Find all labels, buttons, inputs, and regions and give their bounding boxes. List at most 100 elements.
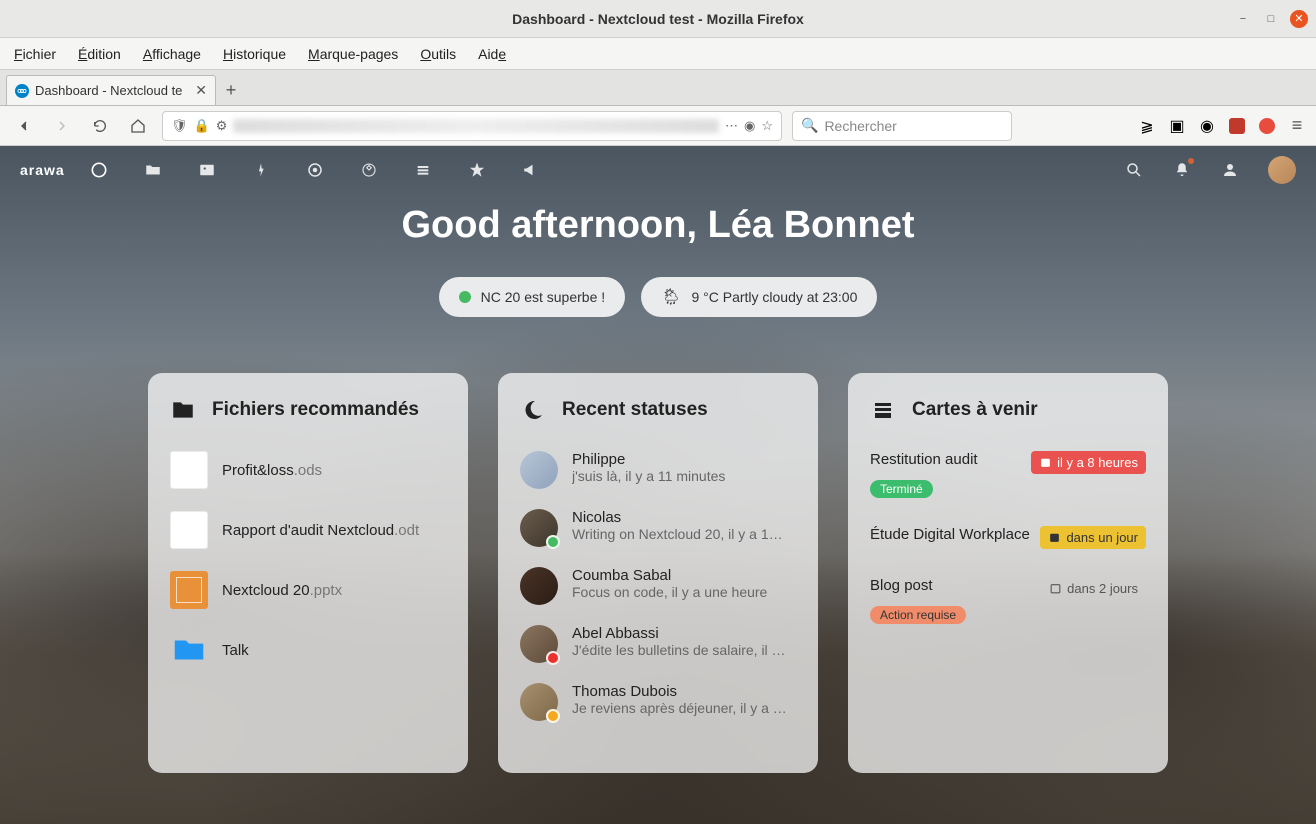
status-row[interactable]: Philippe j'suis là, il y a 11 minutes bbox=[520, 451, 796, 489]
greeting: Good afternoon, Léa Bonnet NC 20 est sup… bbox=[0, 204, 1316, 317]
url-text bbox=[233, 119, 719, 133]
menu-aide[interactable]: Aide bbox=[478, 46, 506, 62]
status-name: Nicolas bbox=[572, 509, 796, 526]
window-close-button[interactable]: ✕ bbox=[1290, 10, 1308, 28]
card-label: Terminé bbox=[870, 480, 933, 498]
nc-brand[interactable]: arawa bbox=[20, 162, 65, 178]
weather-pill[interactable]: 🌦 9 °C Partly cloudy at 23:00 bbox=[641, 277, 877, 317]
back-button[interactable] bbox=[10, 112, 38, 140]
nc-app-deck-icon[interactable] bbox=[413, 160, 433, 180]
widget-cards-header: Cartes à venir bbox=[870, 397, 1146, 423]
new-tab-button[interactable]: + bbox=[216, 75, 246, 105]
away-badge-icon bbox=[546, 709, 560, 723]
menu-affichage[interactable]: Affichage bbox=[143, 46, 201, 62]
greeting-text: Good afternoon, Léa Bonnet bbox=[0, 204, 1316, 247]
nc-app-activity-icon[interactable] bbox=[251, 160, 271, 180]
avatar bbox=[520, 625, 558, 663]
nc-contacts-icon[interactable] bbox=[1220, 160, 1240, 180]
status-pill[interactable]: NC 20 est superbe ! bbox=[439, 277, 626, 317]
card-title: Blog post bbox=[870, 577, 1033, 594]
file-row[interactable]: Nextcloud 20.pptx bbox=[170, 571, 446, 609]
card-row[interactable]: Restitution audit il y a 8 heures Termin… bbox=[870, 451, 1146, 498]
window-title: Dashboard - Nextcloud test - Mozilla Fir… bbox=[512, 11, 804, 27]
menu-outils[interactable]: Outils bbox=[420, 46, 456, 62]
widget-files-header: Fichiers recommandés bbox=[170, 397, 446, 423]
toolbar-extensions: ⫺ ▣ ◉ ≡ bbox=[1138, 117, 1306, 135]
nc-app-bookmarks-icon[interactable] bbox=[467, 160, 487, 180]
menu-edition[interactable]: Édition bbox=[78, 46, 121, 62]
nc-app-list bbox=[89, 160, 541, 180]
nc-app-announcements-icon[interactable] bbox=[521, 160, 541, 180]
status-row[interactable]: Nicolas Writing on Nextcloud 20, il y a … bbox=[520, 509, 796, 547]
file-name: Nextcloud 20.pptx bbox=[222, 582, 342, 599]
status-row[interactable]: Coumba Sabal Focus on code, il y a une h… bbox=[520, 567, 796, 605]
app-menu-button[interactable]: ≡ bbox=[1288, 117, 1306, 135]
file-thumb-icon bbox=[170, 451, 208, 489]
menu-marquepages[interactable]: Marque-pages bbox=[308, 46, 398, 62]
window-maximize-button[interactable]: □ bbox=[1262, 10, 1280, 28]
home-button[interactable] bbox=[124, 112, 152, 140]
nc-app-circles-icon[interactable] bbox=[359, 160, 379, 180]
lock-icon: 🔒 bbox=[194, 118, 210, 134]
extension-ublock-icon[interactable] bbox=[1228, 117, 1246, 135]
reload-button[interactable] bbox=[86, 112, 114, 140]
extension-abp-icon[interactable] bbox=[1258, 117, 1276, 135]
reader-icon[interactable]: ◉ bbox=[744, 118, 755, 134]
browser-tab[interactable]: Dashboard - Nextcloud te ✕ bbox=[6, 75, 216, 105]
avatar bbox=[520, 683, 558, 721]
card-due-badge: il y a 8 heures bbox=[1031, 451, 1146, 474]
search-placeholder: Rechercher bbox=[824, 118, 896, 134]
nc-user-avatar[interactable] bbox=[1268, 156, 1296, 184]
library-icon[interactable]: ⫺ bbox=[1138, 117, 1156, 135]
avatar bbox=[520, 451, 558, 489]
file-thumb-icon bbox=[170, 571, 208, 609]
status-row[interactable]: Thomas Dubois Je reviens après déjeuner,… bbox=[520, 683, 796, 721]
menu-historique[interactable]: Historique bbox=[223, 46, 286, 62]
avatar bbox=[520, 509, 558, 547]
search-bar[interactable]: 🔍 Rechercher bbox=[792, 111, 1012, 141]
status-name: Coumba Sabal bbox=[572, 567, 796, 584]
status-name: Abel Abbassi bbox=[572, 625, 796, 642]
dnd-badge-icon bbox=[546, 651, 560, 665]
nc-search-icon[interactable] bbox=[1124, 160, 1144, 180]
window-controls: − □ ✕ bbox=[1234, 10, 1308, 28]
status-message: Writing on Nextcloud 20, il y a 1… bbox=[572, 526, 796, 542]
permissions-icon: ⚙ bbox=[216, 118, 228, 134]
tab-close-button[interactable]: ✕ bbox=[195, 82, 207, 99]
widget-statuses-header: Recent statuses bbox=[520, 397, 796, 423]
status-dot-icon bbox=[459, 291, 471, 303]
sidebar-icon[interactable]: ▣ bbox=[1168, 117, 1186, 135]
file-name: Profit&loss.ods bbox=[222, 462, 322, 479]
weather-pill-text: 9 °C Partly cloudy at 23:00 bbox=[691, 289, 857, 305]
calendar-icon bbox=[1048, 531, 1061, 544]
widgets-row: Fichiers recommandés Profit&loss.ods Rap… bbox=[0, 373, 1316, 773]
window-titlebar: Dashboard - Nextcloud test - Mozilla Fir… bbox=[0, 0, 1316, 38]
status-row[interactable]: Abel Abbassi J'édite les bulletins de sa… bbox=[520, 625, 796, 663]
page-actions-icon[interactable]: ⋯ bbox=[725, 118, 738, 134]
weather-icon: 🌦 bbox=[661, 287, 681, 307]
card-row[interactable]: Blog post dans 2 jours Action requise bbox=[870, 577, 1146, 624]
card-due-badge: dans un jour bbox=[1040, 526, 1146, 549]
status-message: j'suis là, il y a 11 minutes bbox=[572, 468, 796, 484]
deck-icon bbox=[870, 397, 896, 423]
nc-app-dashboard-icon[interactable] bbox=[89, 160, 109, 180]
bookmark-star-icon[interactable]: ☆ bbox=[761, 118, 773, 134]
file-row[interactable]: Profit&loss.ods bbox=[170, 451, 446, 489]
card-title: Restitution audit bbox=[870, 451, 1023, 468]
widget-files-title: Fichiers recommandés bbox=[212, 399, 419, 421]
menu-fichier[interactable]: Fichier bbox=[14, 46, 56, 62]
nc-app-talk-icon[interactable] bbox=[305, 160, 325, 180]
extension-icon-1[interactable]: ◉ bbox=[1198, 117, 1216, 135]
nc-app-files-icon[interactable] bbox=[143, 160, 163, 180]
file-name: Rapport d'audit Nextcloud.odt bbox=[222, 522, 419, 539]
nc-notifications-icon[interactable] bbox=[1172, 160, 1192, 180]
url-bar[interactable]: 🛡 🔒 ⚙ ⋯ ◉ ☆ bbox=[162, 111, 782, 141]
file-row[interactable]: Talk bbox=[170, 631, 446, 669]
window-minimize-button[interactable]: − bbox=[1234, 10, 1252, 28]
nc-app-photos-icon[interactable] bbox=[197, 160, 217, 180]
page-content: arawa Good afternoon, Léa Bonnet NC 20 e… bbox=[0, 146, 1316, 824]
widget-cards-title: Cartes à venir bbox=[912, 399, 1038, 421]
file-row[interactable]: Rapport d'audit Nextcloud.odt bbox=[170, 511, 446, 549]
card-row[interactable]: Étude Digital Workplace dans un jour bbox=[870, 526, 1146, 549]
forward-button[interactable] bbox=[48, 112, 76, 140]
